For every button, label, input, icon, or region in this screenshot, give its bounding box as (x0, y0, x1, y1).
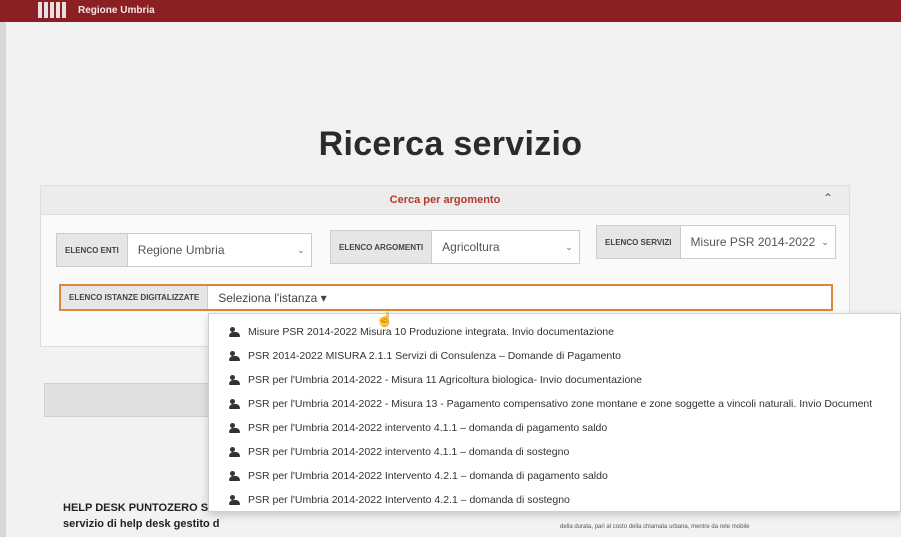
dropdown-option-label: Misure PSR 2014-2022 Misura 10 Produzion… (248, 326, 614, 338)
argomenti-select[interactable]: ELENCO ARGOMENTI Agricoltura ⌄ (330, 230, 580, 264)
istanze-label: ELENCO ISTANZE DIGITALIZZATE (61, 286, 209, 309)
dropdown-option-label: PSR per l'Umbria 2014-2022 Intervento 4.… (248, 470, 608, 482)
dropdown-option[interactable]: PSR per l'Umbria 2014-2022 Intervento 4.… (229, 490, 570, 510)
dropdown-option[interactable]: PSR per l'Umbria 2014-2022 intervento 4.… (229, 442, 569, 462)
user-icon (229, 351, 242, 361)
dropdown-option[interactable]: PSR per l'Umbria 2014-2022 - Misura 11 A… (229, 370, 642, 390)
dropdown-option[interactable]: PSR per l'Umbria 2014-2022 - Misura 13 -… (229, 394, 872, 414)
chevron-down-icon: ⌄ (565, 241, 573, 252)
istanze-value: Seleziona l'istanza ▾ (208, 291, 831, 305)
enti-value: Regione Umbria (137, 243, 225, 257)
argomenti-label: ELENCO ARGOMENTI (331, 231, 433, 263)
page-title: Ricerca servizio (318, 125, 583, 163)
helpdesk-small-text: della durata, pari al costo della chiama… (560, 524, 750, 530)
servizi-label: ELENCO SERVIZI (597, 226, 681, 258)
dropdown-option[interactable]: PSR 2014-2022 MISURA 2.1.1 Servizi di Co… (229, 346, 621, 366)
user-icon (229, 447, 242, 457)
servizi-value: Misure PSR 2014-2022 (690, 235, 815, 249)
helpdesk-text: servizio di help desk gestito d (63, 518, 220, 530)
dropdown-option[interactable]: PSR per l'Umbria 2014-2022 Intervento 4.… (229, 466, 608, 486)
dropdown-option[interactable]: PSR per l'Umbria 2014-2022 intervento 4.… (229, 418, 607, 438)
istanze-select[interactable]: ELENCO ISTANZE DIGITALIZZATE Seleziona l… (59, 284, 833, 311)
left-edge (0, 22, 6, 537)
top-bar: Regione Umbria (0, 0, 901, 22)
panel-title: Cerca per argomento (389, 194, 501, 206)
dropdown-option-label: PSR per l'Umbria 2014-2022 - Misura 13 -… (248, 398, 873, 410)
istanze-placeholder: Seleziona l'istanza (218, 290, 318, 305)
collapsed-panel[interactable] (44, 383, 216, 417)
user-icon (229, 399, 242, 409)
dropdown-option-label: PSR per l'Umbria 2014-2022 intervento 4.… (248, 422, 608, 434)
chevron-down-icon: ⌄ (821, 236, 829, 247)
dropdown-option-label: PSR 2014-2022 MISURA 2.1.1 Servizi di Co… (248, 350, 621, 362)
dropdown-option-label: PSR per l'Umbria 2014-2022 - Misura 11 A… (248, 374, 643, 386)
helpdesk-title: HELP DESK PUNTOZERO SCAI (63, 502, 228, 514)
hand-cursor-icon: ☝ (376, 311, 394, 327)
argomenti-value: Agricoltura (442, 240, 500, 254)
regione-umbria-logo-icon[interactable] (38, 2, 66, 18)
chevron-up-icon[interactable]: ⌃ (823, 191, 833, 205)
dropdown-option-label: PSR per l'Umbria 2014-2022 intervento 4.… (248, 446, 570, 458)
user-icon (229, 327, 242, 337)
user-icon (229, 423, 242, 433)
chevron-down-icon: ⌄ (297, 244, 305, 255)
panel-header[interactable]: Cerca per argomento ⌃ (41, 186, 849, 215)
enti-select[interactable]: ELENCO ENTI Regione Umbria ⌄ (56, 233, 312, 267)
dropdown-option-label: PSR per l'Umbria 2014-2022 Intervento 4.… (248, 494, 570, 506)
servizi-select[interactable]: ELENCO SERVIZI Misure PSR 2014-2022 ⌄ (596, 225, 836, 259)
user-icon (229, 495, 242, 505)
brand-name[interactable]: Regione Umbria (78, 5, 155, 16)
dropdown-option[interactable]: Misure PSR 2014-2022 Misura 10 Produzion… (229, 322, 614, 342)
enti-label: ELENCO ENTI (57, 234, 128, 266)
istanze-dropdown-menu: Misure PSR 2014-2022 Misura 10 Produzion… (208, 313, 901, 512)
user-icon (229, 375, 242, 385)
caret-down-icon: ▾ (320, 290, 327, 305)
user-icon (229, 471, 242, 481)
